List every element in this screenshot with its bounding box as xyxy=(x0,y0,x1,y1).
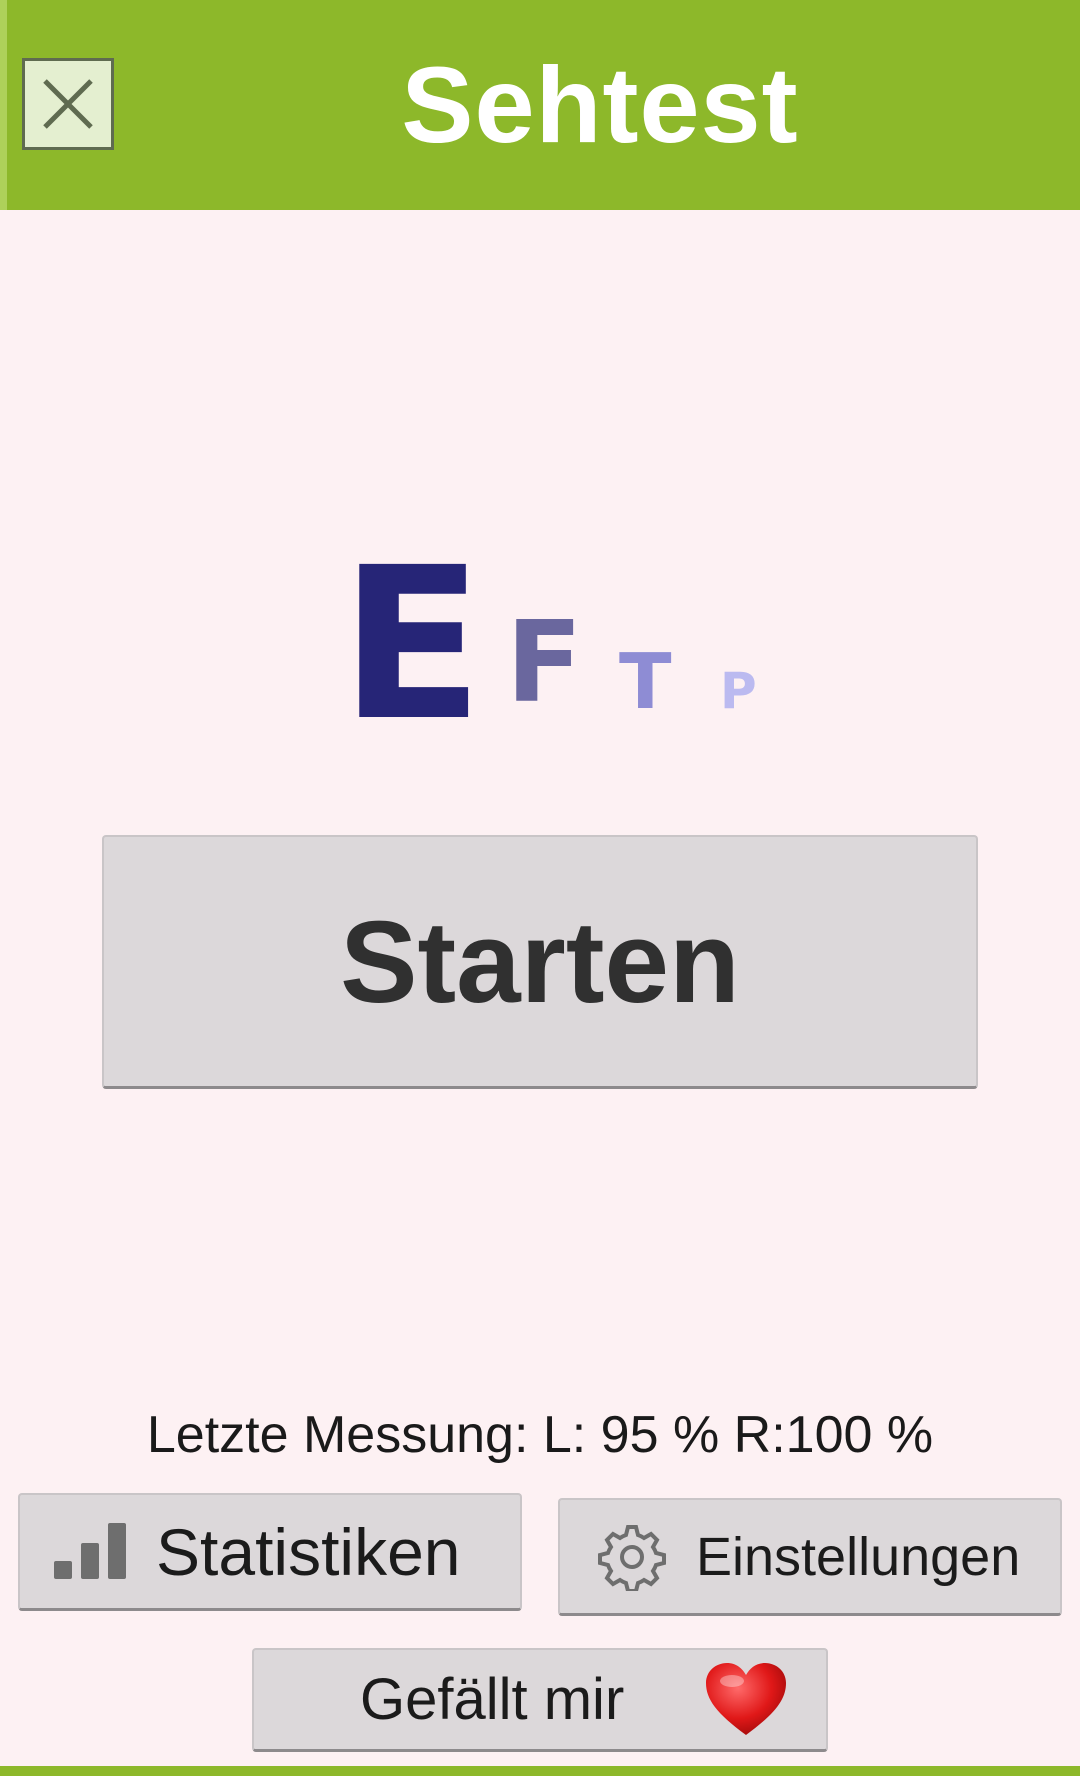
bottom-accent-bar xyxy=(0,1766,1080,1776)
statistics-button[interactable]: Statistiken xyxy=(18,1493,522,1611)
logo-letter-f: F xyxy=(506,598,583,728)
close-icon xyxy=(43,79,93,129)
settings-button[interactable]: Einstellungen xyxy=(558,1498,1062,1616)
last-measurement-text: Letzte Messung: L: 95 % R:100 % xyxy=(146,1406,934,1464)
eye-chart-logo: E F T P xyxy=(340,540,780,750)
start-button-label: Starten xyxy=(340,896,740,1027)
app-title: Sehtest xyxy=(401,44,799,165)
start-button[interactable]: Starten xyxy=(102,835,978,1089)
close-button[interactable] xyxy=(22,58,114,150)
logo-letter-p: P xyxy=(720,662,757,720)
bar-chart-icon xyxy=(54,1522,126,1579)
settings-button-label: Einstellungen xyxy=(696,1526,1021,1587)
statistics-button-label: Statistiken xyxy=(156,1514,461,1589)
like-button-label: Gefällt mir xyxy=(360,1667,625,1732)
logo-letter-t: T xyxy=(619,638,672,727)
like-button[interactable]: Gefällt mir xyxy=(252,1648,828,1752)
gear-icon xyxy=(598,1524,666,1591)
logo-letter-e: E xyxy=(340,522,484,767)
app-header: Sehtest xyxy=(0,0,1080,210)
heart-icon xyxy=(706,1662,787,1735)
